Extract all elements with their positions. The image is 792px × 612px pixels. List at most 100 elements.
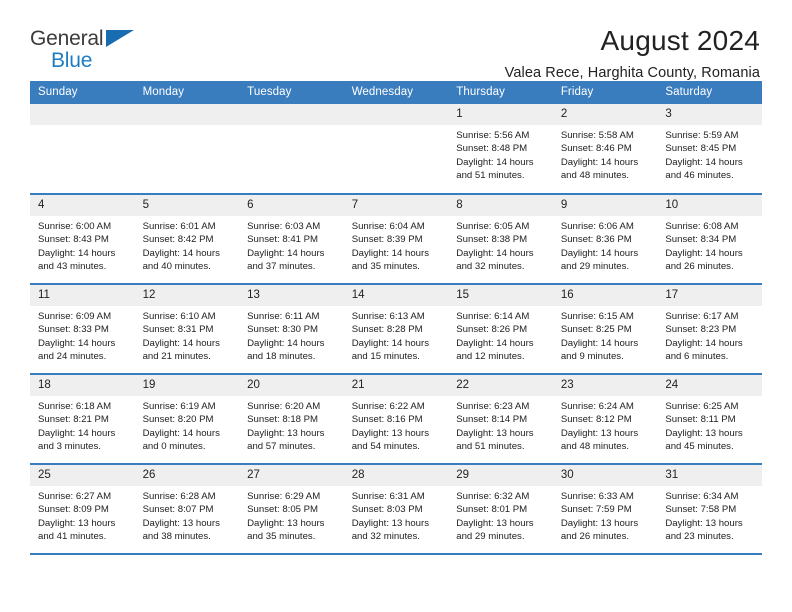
calendar-day-cell[interactable]: 8 Sunrise: 6:05 AM Sunset: 8:38 PM Daylight…: [448, 194, 553, 285]
calendar-day-cell[interactable]: 25 Sunrise: 6:27 AM Sunset: 8:09 PM Dayligh…: [30, 464, 135, 555]
location-subtitle: Valea Rece, Harghita County, Romania: [504, 65, 760, 82]
day-details: Sunrise: 6:00 AM Sunset: 8:43 PM Daylight:…: [30, 216, 135, 274]
sunset-time: Sunset: 8:41 PM: [247, 234, 319, 246]
day-number: 23: [552, 375, 658, 396]
calendar-day-cell[interactable]: 30 Sunrise: 6:33 AM Sunset: 7:59 PM Dayligh…: [552, 464, 658, 555]
daylight-duration-line1: Daylight: 13 hours: [351, 517, 430, 529]
daylight-duration-line1: Daylight: 13 hours: [665, 517, 743, 529]
daylight-duration-line2: and 57 minutes.: [247, 441, 316, 453]
calendar-day-cell[interactable]: 2 Sunrise: 5:58 AM Sunset: 8:46 PM Daylight…: [552, 104, 658, 195]
day-details: Sunrise: 6:09 AM Sunset: 8:33 PM Daylight:…: [30, 306, 135, 364]
calendar-day-cell[interactable]: 21 Sunrise: 6:22 AM Sunset: 8:16 PM Dayligh…: [343, 374, 449, 465]
sunset-time: Sunset: 8:07 PM: [142, 504, 214, 516]
daylight-duration-line1: Daylight: 14 hours: [38, 427, 116, 439]
day-details: Sunrise: 6:10 AM Sunset: 8:31 PM Daylight:…: [135, 306, 240, 364]
sunrise-time: Sunrise: 6:22 AM: [351, 401, 425, 412]
daylight-duration-line2: and 35 minutes.: [351, 261, 420, 273]
calendar-day-cell[interactable]: 4 Sunrise: 6:00 AM Sunset: 8:43 PM Daylight…: [30, 194, 135, 285]
daylight-duration-line2: and 41 minutes.: [38, 531, 107, 543]
calendar-day-cell[interactable]: 10 Sunrise: 6:08 AM Sunset: 8:34 PM Dayligh…: [657, 194, 762, 285]
calendar-day-cell[interactable]: 16 Sunrise: 6:15 AM Sunset: 8:25 PM Dayligh…: [552, 284, 658, 375]
calendar-day-cell[interactable]: 27 Sunrise: 6:29 AM Sunset: 8:05 PM Dayligh…: [239, 464, 344, 555]
calendar-day-cell[interactable]: 11 Sunrise: 6:09 AM Sunset: 8:33 PM Dayligh…: [30, 284, 135, 375]
daylight-duration-line2: and 38 minutes.: [142, 531, 211, 543]
day-number: 26: [134, 465, 240, 486]
daylight-duration-line1: Daylight: 14 hours: [456, 247, 534, 259]
day-details: Sunrise: 6:06 AM Sunset: 8:36 PM Daylight:…: [553, 216, 658, 274]
daylight-duration-line1: Daylight: 13 hours: [247, 517, 325, 529]
sunrise-time: Sunrise: 6:01 AM: [142, 221, 216, 232]
day-details: Sunrise: 6:15 AM Sunset: 8:25 PM Daylight:…: [553, 306, 658, 364]
calendar-day-cell[interactable]: 1 Sunrise: 5:56 AM Sunset: 8:48 PM Daylight…: [448, 104, 553, 195]
sunset-time: Sunset: 8:48 PM: [456, 143, 528, 155]
day-number: 19: [134, 375, 240, 396]
weekday-header-wednesday: Wednesday: [343, 81, 449, 104]
sunset-time: Sunset: 8:11 PM: [665, 414, 736, 426]
day-details: Sunrise: 6:03 AM Sunset: 8:41 PM Daylight:…: [239, 216, 344, 274]
calendar-day-cell[interactable]: 6 Sunrise: 6:03 AM Sunset: 8:41 PM Daylight…: [239, 194, 344, 285]
day-details: Sunrise: 6:17 AM Sunset: 8:23 PM Daylight:…: [657, 306, 762, 364]
sunset-time: Sunset: 8:30 PM: [247, 324, 319, 336]
sunset-time: Sunset: 8:20 PM: [142, 414, 214, 426]
sunset-time: Sunset: 8:23 PM: [665, 324, 737, 336]
daylight-duration-line2: and 32 minutes.: [351, 531, 420, 543]
sunset-time: Sunset: 8:26 PM: [456, 324, 528, 336]
day-details: Sunrise: 5:56 AM Sunset: 8:48 PM Daylight:…: [448, 125, 553, 183]
daylight-duration-line1: Daylight: 13 hours: [560, 517, 639, 529]
calendar-day-cell[interactable]: 15 Sunrise: 6:14 AM Sunset: 8:26 PM Dayligh…: [448, 284, 553, 375]
daylight-duration-line2: and 24 minutes.: [38, 351, 107, 363]
day-details: Sunrise: 6:22 AM Sunset: 8:16 PM Daylight:…: [344, 396, 449, 454]
daylight-duration-line2: and 6 minutes.: [665, 351, 729, 363]
calendar-day-cell[interactable]: 18 Sunrise: 6:18 AM Sunset: 8:21 PM Dayligh…: [30, 374, 135, 465]
calendar-day-cell[interactable]: 13 Sunrise: 6:11 AM Sunset: 8:30 PM Dayligh…: [239, 284, 344, 375]
daylight-duration-line2: and 40 minutes.: [142, 261, 211, 273]
sunrise-time: Sunrise: 5:56 AM: [456, 130, 530, 141]
daylight-duration-line1: Daylight: 14 hours: [665, 247, 743, 259]
daylight-duration-line1: Daylight: 14 hours: [560, 247, 639, 259]
calendar-day-cell[interactable]: 20 Sunrise: 6:20 AM Sunset: 8:18 PM Dayligh…: [239, 374, 344, 465]
sunset-time: Sunset: 8:01 PM: [456, 504, 528, 516]
calendar-day-cell[interactable]: 7 Sunrise: 6:04 AM Sunset: 8:39 PM Daylight…: [343, 194, 449, 285]
day-details: Sunrise: 6:28 AM Sunset: 8:07 PM Daylight:…: [135, 486, 240, 544]
sunrise-time: Sunrise: 6:09 AM: [38, 311, 112, 322]
weekday-header-thursday: Thursday: [448, 81, 553, 104]
calendar-day-cell[interactable]: 24 Sunrise: 6:25 AM Sunset: 8:11 PM Dayligh…: [657, 374, 762, 465]
calendar-day-cell[interactable]: 12 Sunrise: 6:10 AM Sunset: 8:31 PM Dayligh…: [134, 284, 240, 375]
day-details: Sunrise: 6:20 AM Sunset: 8:18 PM Daylight:…: [239, 396, 344, 454]
calendar-day-cell[interactable]: 23 Sunrise: 6:24 AM Sunset: 8:12 PM Dayligh…: [552, 374, 658, 465]
daylight-duration-line2: and 15 minutes.: [351, 351, 420, 363]
calendar-day-cell[interactable]: 19 Sunrise: 6:19 AM Sunset: 8:20 PM Dayligh…: [134, 374, 240, 465]
day-details: Sunrise: 6:04 AM Sunset: 8:39 PM Daylight:…: [344, 216, 449, 274]
general-blue-logo[interactable]: General Blue: [30, 26, 146, 71]
daylight-duration-line2: and 46 minutes.: [665, 170, 734, 182]
daylight-duration-line2: and 37 minutes.: [247, 261, 316, 273]
calendar-day-cell[interactable]: 29 Sunrise: 6:32 AM Sunset: 8:01 PM Dayligh…: [448, 464, 553, 555]
day-number: 1: [448, 104, 553, 125]
day-number: 24: [657, 375, 762, 396]
day-number: 13: [239, 285, 344, 306]
sunset-time: Sunset: 7:59 PM: [560, 504, 632, 516]
calendar-day-cell[interactable]: 9 Sunrise: 6:06 AM Sunset: 8:36 PM Daylight…: [552, 194, 658, 285]
calendar-day-cell[interactable]: 31 Sunrise: 6:34 AM Sunset: 7:58 PM Dayligh…: [657, 464, 762, 555]
daylight-duration-line1: Daylight: 14 hours: [247, 337, 325, 349]
sunrise-time: Sunrise: 6:34 AM: [665, 491, 739, 502]
calendar-day-cell[interactable]: 26 Sunrise: 6:28 AM Sunset: 8:07 PM Dayligh…: [134, 464, 240, 555]
sunset-time: Sunset: 8:42 PM: [142, 234, 214, 246]
logo-triangle-icon: [106, 30, 134, 47]
calendar-day-cell[interactable]: 28 Sunrise: 6:31 AM Sunset: 8:03 PM Dayligh…: [343, 464, 449, 555]
daylight-duration-line2: and 43 minutes.: [38, 261, 107, 273]
daylight-duration-line1: Daylight: 14 hours: [247, 247, 325, 259]
day-number: 16: [552, 285, 658, 306]
calendar-week-row: 1 Sunrise: 5:56 AM Sunset: 8:48 PM Daylight…: [30, 104, 762, 195]
calendar-day-cell[interactable]: 17 Sunrise: 6:17 AM Sunset: 8:23 PM Dayligh…: [657, 284, 762, 375]
calendar-day-cell-empty: [30, 104, 135, 195]
calendar-day-cell[interactable]: 22 Sunrise: 6:23 AM Sunset: 8:14 PM Dayligh…: [448, 374, 553, 465]
day-number: [239, 104, 344, 125]
sunset-time: Sunset: 8:18 PM: [247, 414, 319, 426]
daylight-duration-line1: Daylight: 14 hours: [665, 156, 743, 168]
daylight-duration-line2: and 21 minutes.: [142, 351, 211, 363]
calendar-day-cell[interactable]: 3 Sunrise: 5:59 AM Sunset: 8:45 PM Daylight…: [657, 104, 762, 195]
calendar-day-cell[interactable]: 5 Sunrise: 6:01 AM Sunset: 8:42 PM Daylight…: [134, 194, 240, 285]
calendar-day-cell[interactable]: 14 Sunrise: 6:13 AM Sunset: 8:28 PM Dayligh…: [343, 284, 449, 375]
day-number: 8: [448, 195, 553, 216]
